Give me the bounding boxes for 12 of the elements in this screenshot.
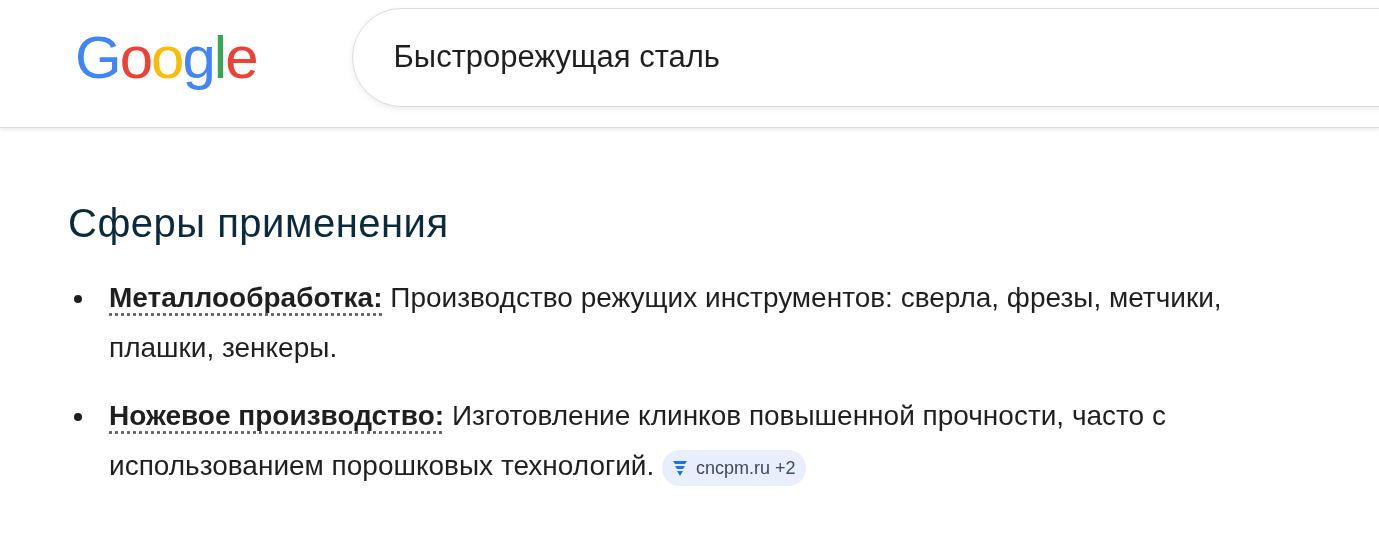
search-field[interactable]: Быстрорежущая сталь bbox=[351, 8, 1379, 107]
bullet-icon bbox=[74, 295, 82, 303]
search-input[interactable]: Быстрорежущая сталь bbox=[393, 34, 1094, 81]
logo[interactable]: Google bbox=[75, 20, 257, 96]
list-item-text: Металлообработка: Производство режущих инструментов: сверла, фрезы, метчики, плашки, зенкеры. bbox=[109, 281, 1223, 365]
funnel-icon bbox=[672, 458, 689, 477]
list-item-text: Ножевое производство: Изготовление клинков повышенной прочности, часто с использованием порошковых технологий. cncpm.ru +2 bbox=[109, 391, 1324, 491]
term-link[interactable]: Ножевое производство: bbox=[109, 400, 445, 431]
term-link[interactable]: Металлообработка: bbox=[109, 282, 383, 313]
section-heading: Сферы применения bbox=[68, 200, 450, 247]
bullet-icon bbox=[74, 413, 82, 421]
source-chip[interactable]: cncpm.ru +2 bbox=[662, 449, 806, 486]
